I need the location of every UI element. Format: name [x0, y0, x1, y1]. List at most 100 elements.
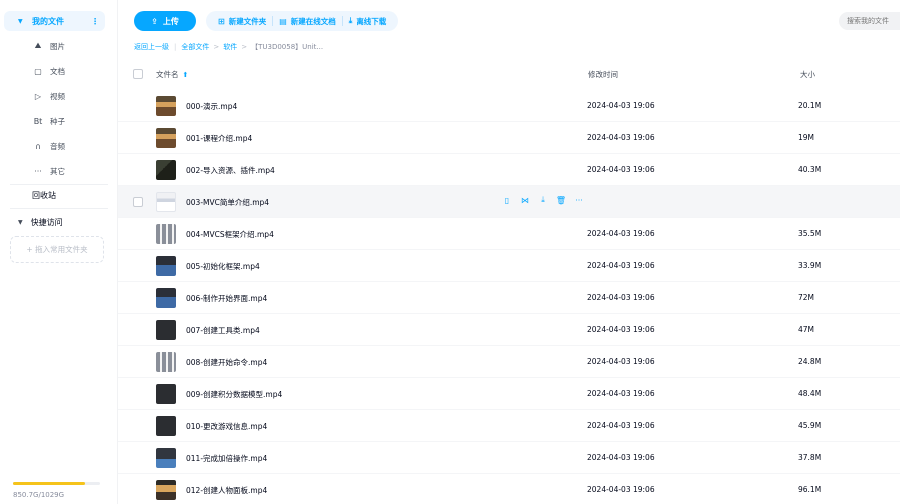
divider	[10, 208, 108, 209]
app-window: ▼ 我的文件 ⋮ ⛰ 图片 ▢ 文档 ▷ 视频 Bt 种子 ∩ 音频 ··· 其它 回收站 ▼ 快捷访…	[0, 0, 900, 504]
table-row[interactable]: 005-初始化框架.mp4 2024-04-03 19:06 33.9M	[118, 250, 900, 282]
table-row[interactable]: 004-MVCS框架介绍.mp4 2024-04-03 19:06 35.5M	[118, 218, 900, 250]
sidebar-item-audio[interactable]: ∩ 音频	[0, 134, 118, 158]
search-input[interactable]	[839, 12, 900, 30]
sidebar-item-torrent[interactable]: Bt 种子	[0, 109, 118, 133]
storage-quota-fill	[13, 482, 85, 485]
video-thumbnail	[156, 224, 176, 244]
file-size: 35.5M	[798, 229, 822, 238]
file-table-header: 文件名 ⬆ 修改时间 大小	[118, 64, 900, 84]
video-thumbnail	[156, 288, 176, 308]
upload-label: 上传	[162, 16, 179, 26]
sidebar-item-video[interactable]: ▷ 视频	[0, 84, 118, 108]
file-name[interactable]: 001-课程介绍.mp4	[186, 133, 252, 144]
file-size: 96.1M	[798, 485, 822, 494]
share-icon[interactable]: ⋈	[516, 196, 534, 205]
file-name[interactable]: 002-导入资源、插件.mp4	[186, 165, 275, 176]
phone-icon[interactable]: ▯	[498, 196, 516, 205]
file-modified: 2024-04-03 19:06	[587, 229, 655, 238]
video-thumbnail	[156, 256, 176, 276]
file-name[interactable]: 007-创建工具类.mp4	[186, 325, 260, 336]
file-size: 33.9M	[798, 261, 822, 270]
file-name[interactable]: 006-制作开始界面.mp4	[186, 293, 267, 304]
toolbar-actions: ⊞ 新建文件夹 ▤ 新建在线文档 ⤓ 离线下载	[206, 11, 399, 31]
file-modified: 2024-04-03 19:06	[587, 421, 655, 430]
caret-down-icon: ▼	[18, 218, 23, 226]
file-modified: 2024-04-03 19:06	[587, 165, 655, 174]
file-name[interactable]: 000-演示.mp4	[186, 101, 237, 112]
sidebar-item-recycle-bin[interactable]: 回收站	[32, 190, 56, 201]
table-row[interactable]: 008-创建开始命令.mp4 2024-04-03 19:06 24.8M	[118, 346, 900, 378]
table-row[interactable]: 009-创建积分数据模型.mp4 2024-04-03 19:06 48.4M	[118, 378, 900, 410]
torrent-icon: Bt	[33, 116, 43, 126]
row-checkbox[interactable]	[133, 197, 143, 207]
file-size: 19M	[798, 133, 815, 142]
file-size: 48.4M	[798, 389, 822, 398]
sidebar-item-my-files[interactable]: ▼ 我的文件 ⋮	[4, 11, 105, 31]
delete-icon[interactable]: 🗑	[552, 196, 570, 205]
breadcrumb-current: 【TU3D0058】Unit...	[251, 43, 324, 51]
new-folder-label: 新建文件夹	[228, 16, 267, 26]
sidebar-item-more[interactable]: ··· 其它	[0, 159, 118, 183]
new-online-doc-button[interactable]: ▤ 新建在线文档	[273, 16, 342, 27]
video-thumbnail	[156, 480, 176, 500]
file-name[interactable]: 005-初始化框架.mp4	[186, 261, 260, 272]
table-row[interactable]: 006-制作开始界面.mp4 2024-04-03 19:06 72M	[118, 282, 900, 314]
file-name[interactable]: 003-MVC简单介绍.mp4	[186, 197, 269, 208]
breadcrumb-folder-link[interactable]: 软件	[223, 42, 237, 52]
file-modified: 2024-04-03 19:06	[587, 261, 655, 270]
offline-download-button[interactable]: ⤓ 离线下载	[343, 16, 393, 27]
sidebar-item-document[interactable]: ▢ 文档	[0, 59, 118, 83]
file-name[interactable]: 009-创建积分数据模型.mp4	[186, 389, 282, 400]
table-row[interactable]: 002-导入资源、插件.mp4 2024-04-03 19:06 40.3M	[118, 154, 900, 186]
breadcrumb-back-link[interactable]: 返回上一级	[134, 42, 169, 52]
file-name[interactable]: 012-创建人物面板.mp4	[186, 485, 267, 496]
sidebar: ▼ 我的文件 ⋮ ⛰ 图片 ▢ 文档 ▷ 视频 Bt 种子 ∩ 音频 ··· 其它 回收站 ▼ 快捷访…	[0, 0, 118, 504]
file-size: 20.1M	[798, 101, 822, 110]
table-row[interactable]: 011-完成加倍操作.mp4 2024-04-03 19:06 37.8M	[118, 442, 900, 474]
download-icon[interactable]: ⤓	[534, 195, 552, 205]
sidebar-item-label: 种子	[50, 116, 65, 126]
more-icon[interactable]: ···	[570, 196, 588, 205]
table-row[interactable]: 001-课程介绍.mp4 2024-04-03 19:06 19M	[118, 122, 900, 154]
table-row[interactable]: 003-MVC简单介绍.mp4 ▯ ⋈ ⤓ 🗑 ···	[118, 186, 900, 218]
new-folder-button[interactable]: ⊞ 新建文件夹	[212, 16, 272, 27]
sidebar-item-label: 其它	[50, 166, 65, 176]
row-actions: ▯ ⋈ ⤓ 🗑 ···	[498, 195, 588, 205]
column-header-name[interactable]: 文件名 ⬆	[156, 69, 188, 80]
file-name[interactable]: 004-MVCS框架介绍.mp4	[186, 229, 274, 240]
new-online-doc-label: 新建在线文档	[290, 16, 336, 26]
vertical-more-icon[interactable]: ⋮	[91, 17, 99, 26]
folder-plus-icon: ⊞	[218, 16, 225, 26]
file-name[interactable]: 011-完成加倍操作.mp4	[186, 453, 267, 464]
file-modified: 2024-04-03 19:06	[587, 101, 655, 110]
select-all-checkbox[interactable]	[133, 69, 143, 79]
favorite-folder-dropzone[interactable]: + 拖入常用文件夹	[10, 236, 104, 263]
file-size: 47M	[798, 325, 815, 334]
sidebar-item-quick-access[interactable]: ▼ 快捷访问	[0, 214, 63, 230]
table-row[interactable]: 012-创建人物面板.mp4 2024-04-03 19:06 96.1M	[118, 474, 900, 504]
video-thumbnail	[156, 192, 176, 212]
breadcrumb-all-files-link[interactable]: 全部文件	[181, 42, 209, 52]
video-thumbnail	[156, 352, 176, 372]
file-size: 45.9M	[798, 421, 822, 430]
file-name[interactable]: 008-创建开始命令.mp4	[186, 357, 267, 368]
sort-arrow-icon: ⬆	[182, 70, 189, 79]
video-thumbnail	[156, 320, 176, 340]
table-row[interactable]: 010-更改游戏信息.mp4 2024-04-03 19:06 45.9M	[118, 410, 900, 442]
document-plus-icon: ▤	[279, 16, 287, 26]
file-size: 72M	[798, 293, 815, 302]
table-row[interactable]: 007-创建工具类.mp4 2024-04-03 19:06 47M	[118, 314, 900, 346]
column-header-size[interactable]: 大小	[800, 69, 815, 80]
upload-button[interactable]: ⇪ 上传	[134, 11, 196, 31]
table-row[interactable]: 000-演示.mp4 2024-04-03 19:06 20.1M	[118, 90, 900, 122]
column-header-modified[interactable]: 修改时间	[588, 69, 618, 80]
file-list: 000-演示.mp4 2024-04-03 19:06 20.1M 001-课程介绍.…	[118, 90, 900, 504]
file-name[interactable]: 010-更改游戏信息.mp4	[186, 421, 267, 432]
image-icon: ⛰	[34, 41, 42, 50]
breadcrumb-divider: |	[174, 43, 177, 51]
sidebar-item-label: 视频	[50, 91, 65, 101]
sidebar-item-image[interactable]: ⛰ 图片	[0, 34, 118, 58]
caret-down-icon: ▼	[18, 17, 23, 25]
chevron-right-icon: >	[213, 43, 220, 51]
